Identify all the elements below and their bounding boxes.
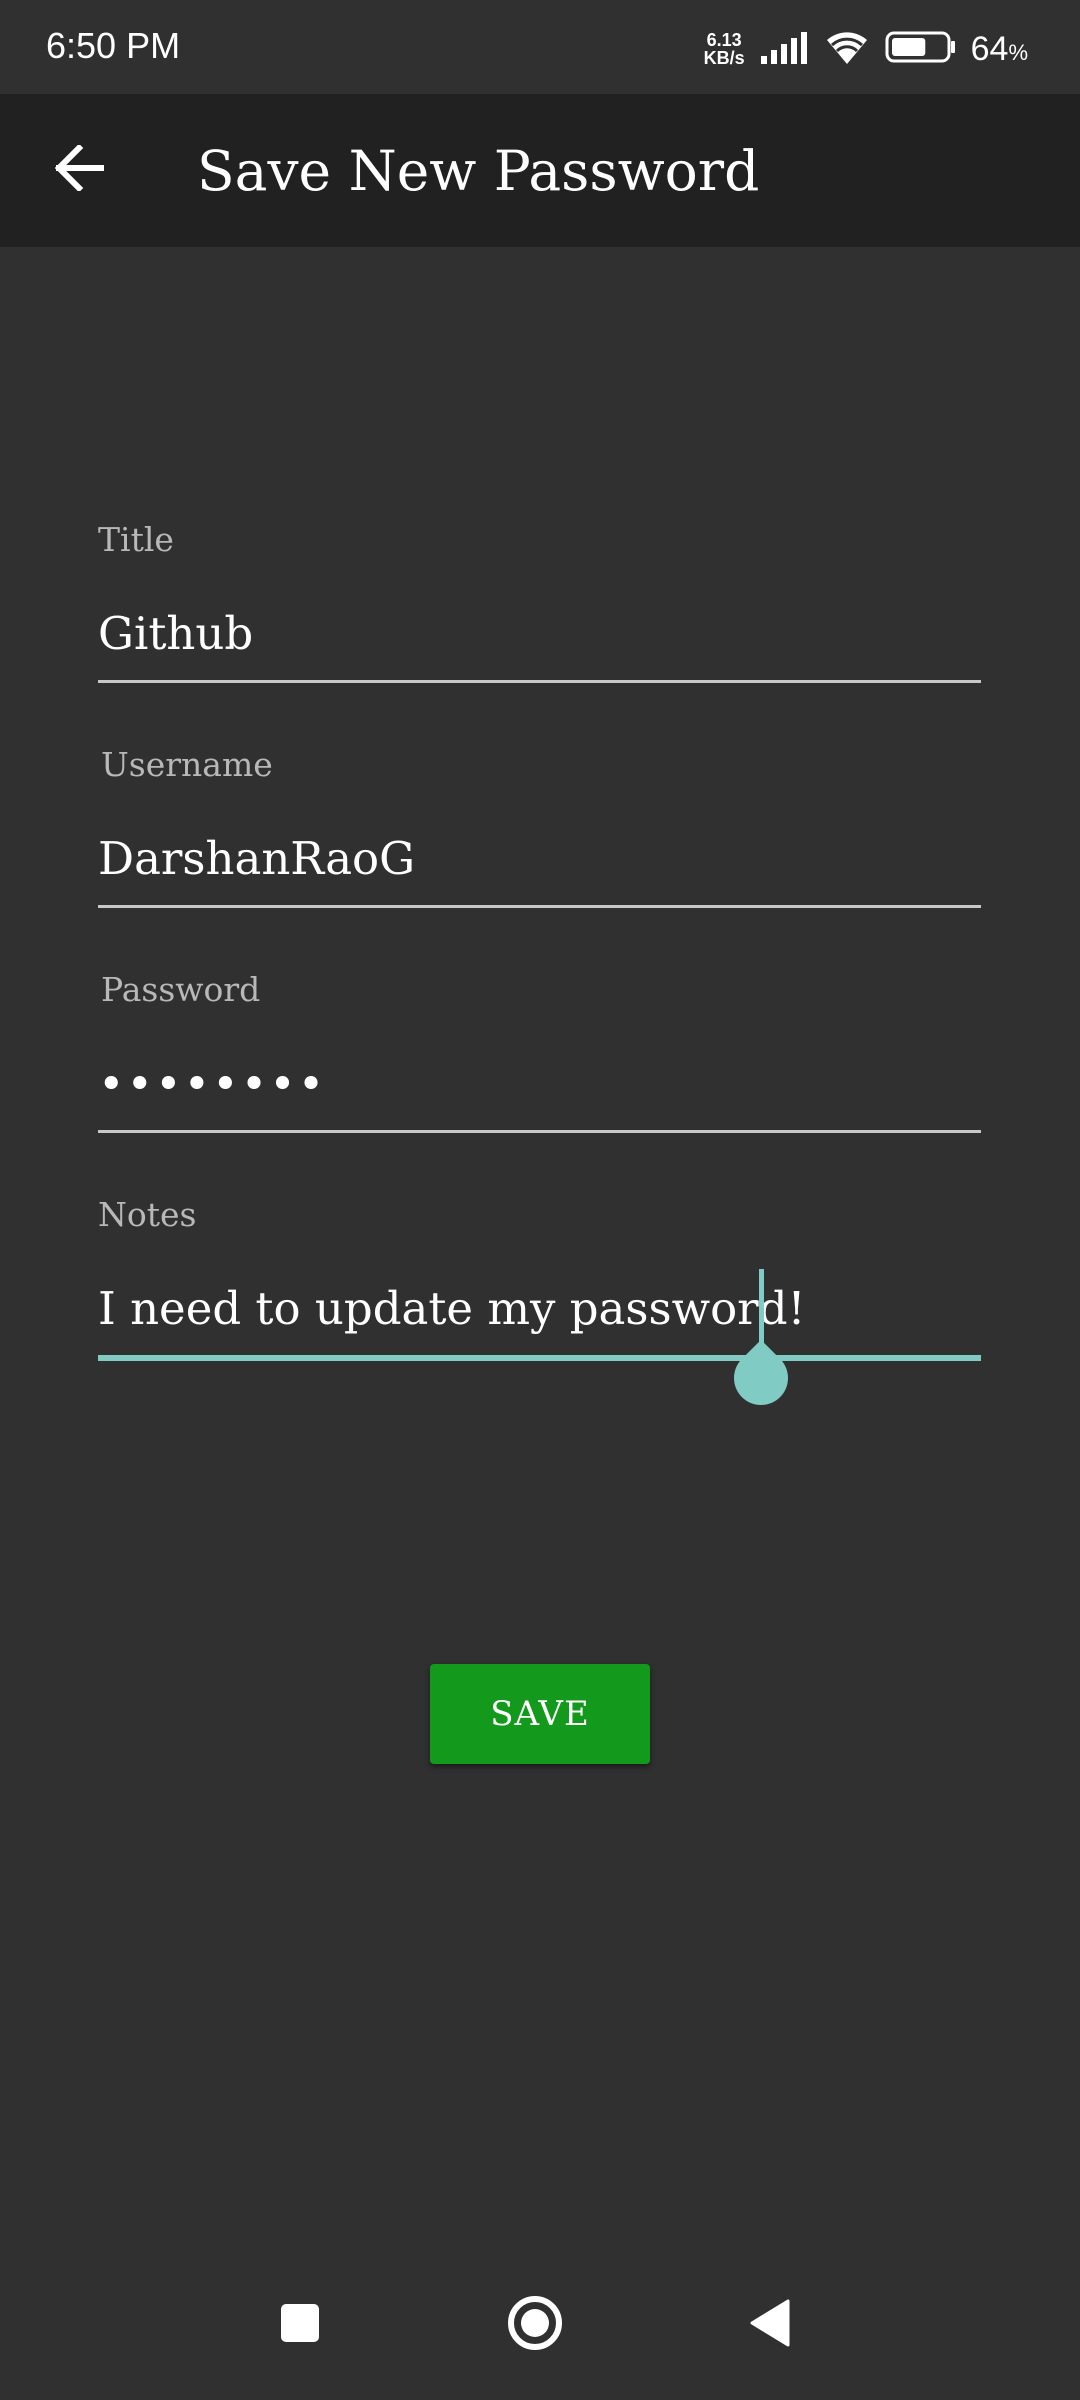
- notes-field: Notes: [98, 1195, 981, 1417]
- recents-button[interactable]: [265, 2290, 335, 2360]
- wifi-icon: [823, 28, 871, 70]
- back-triangle-icon: [748, 2299, 792, 2351]
- network-speed-unit: KB/s: [703, 48, 745, 68]
- status-indicators: 6.13 KB/s 64%: [704, 26, 1028, 72]
- notes-input[interactable]: [98, 1279, 981, 1339]
- system-back-button[interactable]: [735, 2290, 805, 2360]
- arrow-back-icon: [54, 143, 105, 195]
- battery-number: 64: [970, 29, 1009, 68]
- recents-square-icon: [280, 2303, 320, 2347]
- title-underline: [98, 680, 981, 683]
- notes-underline: [98, 1355, 981, 1361]
- password-label: Password: [101, 970, 261, 1009]
- battery-percentage: 64%: [971, 30, 1028, 69]
- signal-icon: [759, 30, 809, 68]
- password-input[interactable]: [98, 1054, 981, 1114]
- network-speed-value: 6.13: [706, 30, 742, 50]
- title-label: Title: [98, 520, 174, 559]
- title-input[interactable]: [98, 604, 981, 664]
- notes-label: Notes: [98, 1195, 197, 1234]
- status-time: 6:50 PM: [46, 25, 181, 66]
- app-bar: Save New Password: [0, 94, 1080, 247]
- home-circle-icon: [507, 2295, 563, 2355]
- network-speed: 6.13 KB/s: [704, 31, 745, 67]
- battery-icon: [885, 30, 957, 68]
- home-button[interactable]: [500, 2290, 570, 2360]
- navigation-bar: [0, 2250, 1080, 2400]
- status-bar: 6:50 PM 6.13 KB/s 64%: [0, 0, 1080, 94]
- username-field: Username: [98, 745, 981, 908]
- username-label: Username: [101, 745, 273, 784]
- save-button[interactable]: SAVE: [430, 1664, 650, 1764]
- page-title: Save New Password: [197, 139, 760, 203]
- battery-unit: %: [1008, 39, 1028, 65]
- cursor-handle[interactable]: [722, 1339, 800, 1417]
- password-field: Password: [98, 970, 981, 1133]
- username-input[interactable]: [98, 829, 981, 889]
- back-button[interactable]: [40, 130, 120, 210]
- password-underline: [98, 1130, 981, 1133]
- username-underline: [98, 905, 981, 908]
- title-field: Title: [98, 520, 981, 683]
